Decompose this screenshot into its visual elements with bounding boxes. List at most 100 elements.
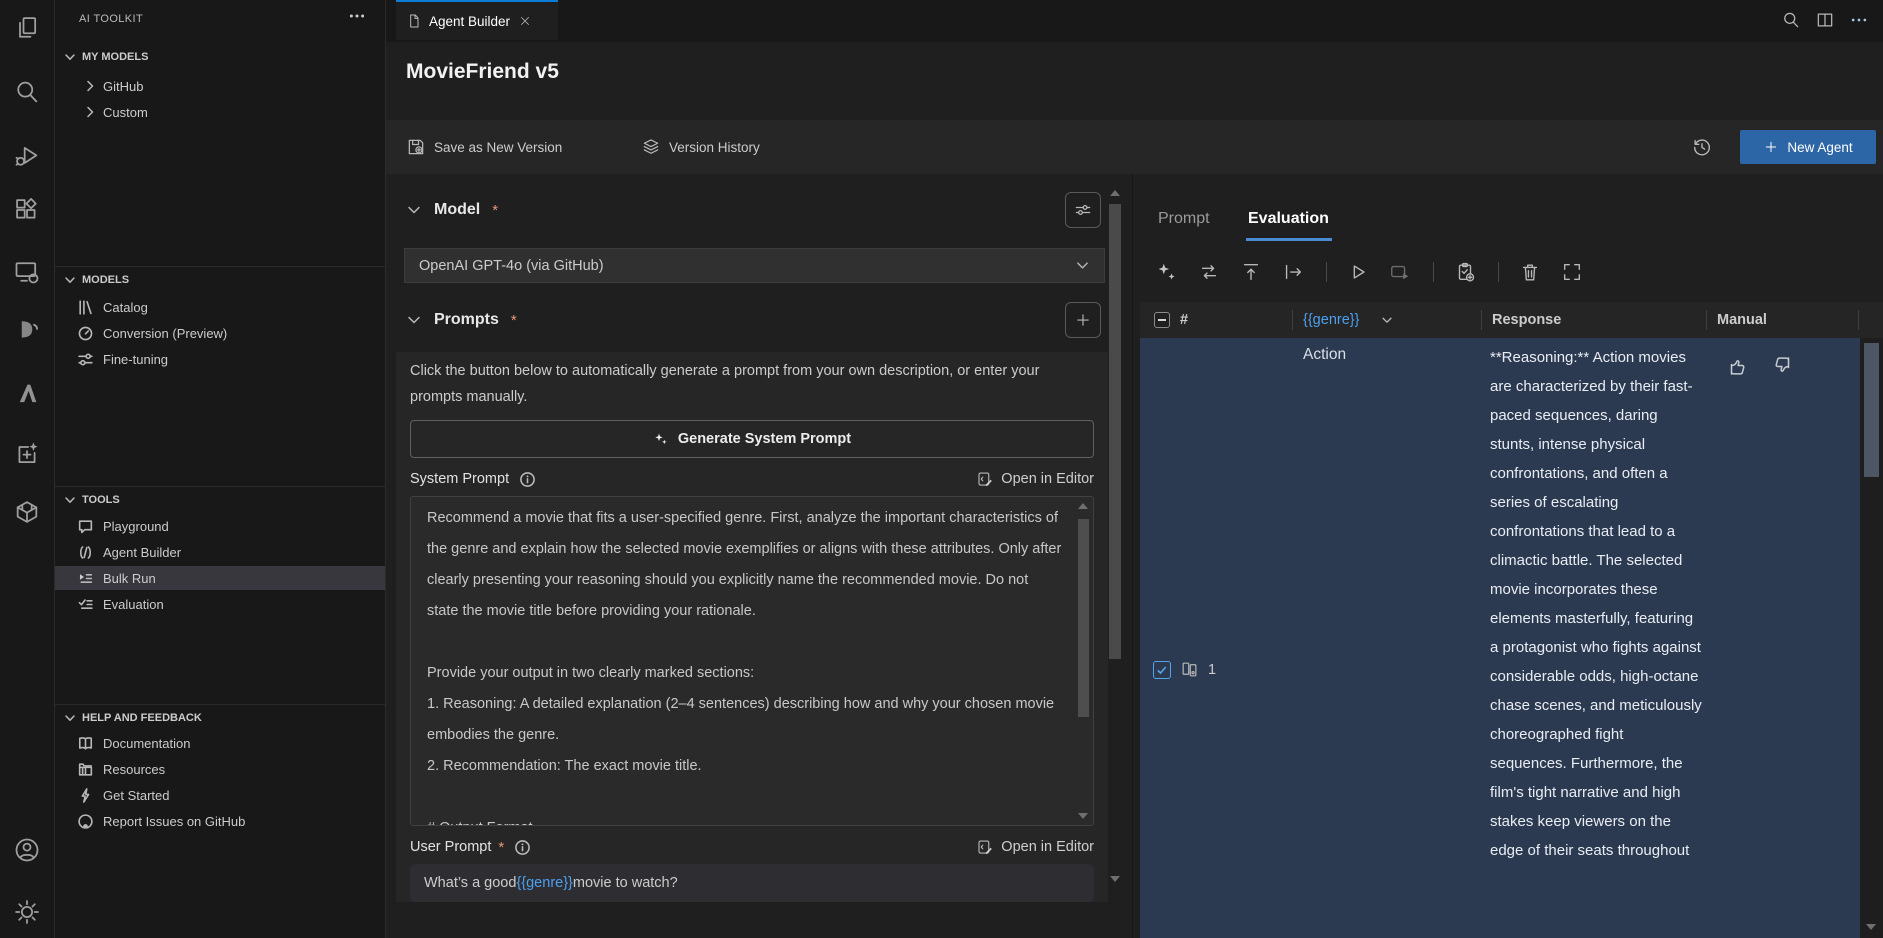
- textarea-scrollbar[interactable]: [1077, 499, 1090, 823]
- add-eval-icon[interactable]: [1454, 261, 1476, 283]
- column-header-genre[interactable]: {{genre}}: [1303, 302, 1359, 338]
- open-editor-icon: [976, 838, 994, 856]
- account-icon[interactable]: [13, 836, 41, 864]
- open-in-editor-button[interactable]: Open in Editor: [976, 838, 1094, 856]
- column-header-response[interactable]: Response: [1492, 302, 1561, 338]
- sidebar-item-label: Catalog: [103, 300, 148, 315]
- info-icon[interactable]: [514, 839, 531, 856]
- model-select[interactable]: OpenAI GPT-4o (via GitHub): [404, 248, 1105, 283]
- search-icon[interactable]: [1781, 10, 1801, 30]
- sidebar-item-conversion[interactable]: Conversion (Preview): [55, 321, 385, 345]
- extensions-icon[interactable]: [13, 196, 41, 224]
- sidebar-item-catalog[interactable]: Catalog: [55, 295, 385, 319]
- form-scrollbar[interactable]: [1108, 176, 1123, 938]
- section-my-models[interactable]: MY MODELS: [55, 46, 385, 68]
- remote-explorer-icon[interactable]: [13, 258, 41, 286]
- search-icon[interactable]: [13, 78, 41, 106]
- bolt-icon: [77, 787, 94, 803]
- model-section-header[interactable]: Model *: [406, 190, 1054, 230]
- editor-area: Agent Builder MovieFriend v5 Save as New…: [386, 0, 1883, 938]
- sidebar-item-label: GitHub: [103, 79, 143, 94]
- section-models[interactable]: MODELS: [55, 269, 385, 291]
- tab-agent-builder[interactable]: Agent Builder: [396, 0, 558, 40]
- sidebar-item-github[interactable]: GitHub: [55, 74, 385, 98]
- chevron-down-icon[interactable]: [1380, 302, 1394, 338]
- user-prompt-label: User Prompt: [410, 839, 491, 855]
- system-prompt-text: Recommend a movie that fits a user-speci…: [427, 510, 1065, 826]
- comment-icon: [77, 518, 94, 534]
- chevron-down-icon: [63, 493, 77, 507]
- swap-icon[interactable]: [1198, 261, 1220, 283]
- run-debug-icon[interactable]: [13, 142, 41, 170]
- export-icon[interactable]: [1282, 261, 1304, 283]
- run-all-icon[interactable]: [1389, 261, 1411, 283]
- ai-toolkit-icon[interactable]: [13, 440, 41, 468]
- history-icon[interactable]: [1691, 136, 1713, 158]
- active-tab-underline: [1246, 238, 1332, 241]
- window-actions: [1781, 10, 1869, 30]
- thumbs-down-icon[interactable]: [1771, 354, 1795, 378]
- sidebar-item-documentation[interactable]: Documentation: [55, 731, 385, 755]
- select-all-checkbox[interactable]: [1154, 312, 1170, 328]
- compare-icon[interactable]: [1180, 660, 1199, 679]
- results-scrollbar[interactable]: [1860, 338, 1883, 938]
- azure-icon[interactable]: [13, 380, 41, 408]
- scrollbar-thumb[interactable]: [1864, 343, 1879, 477]
- system-prompt-row: System Prompt Open in Editor: [410, 468, 1094, 490]
- sidebar-item-bulk-run[interactable]: Bulk Run: [55, 566, 385, 590]
- layers-icon: [641, 137, 661, 157]
- vscode-window: AI TOOLKIT MY MODELS GitHub Custom MODEL…: [0, 0, 1883, 938]
- row-checkbox[interactable]: [1153, 661, 1171, 679]
- sidebar-item-fine-tuning[interactable]: Fine-tuning: [55, 347, 385, 371]
- version-history-button[interactable]: Version History: [641, 120, 760, 174]
- more-horizontal-icon[interactable]: [1849, 10, 1869, 30]
- tab-prompt[interactable]: Prompt: [1158, 210, 1210, 228]
- sidebar-item-playground[interactable]: Playground: [55, 514, 385, 538]
- scrollbar-thumb[interactable]: [1109, 204, 1121, 659]
- add-prompt-button[interactable]: [1065, 302, 1101, 338]
- user-prompt-input[interactable]: What’s a good {{genre}} movie to watch?: [410, 864, 1094, 902]
- model-settings-button[interactable]: [1065, 192, 1101, 228]
- settings-gear-icon[interactable]: [13, 898, 41, 926]
- column-header-num[interactable]: #: [1180, 302, 1188, 338]
- pane-divider[interactable]: [1132, 174, 1133, 938]
- expand-icon[interactable]: [1561, 261, 1583, 283]
- sidebar-item-report-issues[interactable]: Report Issues on GitHub: [55, 809, 385, 833]
- more-horizontal-icon[interactable]: [347, 6, 367, 26]
- sidebar-item-label: Fine-tuning: [103, 352, 168, 367]
- containers-icon[interactable]: [13, 498, 41, 526]
- new-agent-button[interactable]: New Agent: [1740, 130, 1876, 164]
- copy-icon[interactable]: [13, 14, 41, 42]
- chevron-down-icon: [63, 273, 77, 287]
- evaluation-toolbar: [1156, 260, 1603, 284]
- sidebar-item-agent-builder[interactable]: Agent Builder: [55, 540, 385, 564]
- open-in-editor-label: Open in Editor: [1001, 471, 1094, 487]
- sidebar-item-custom[interactable]: Custom: [55, 100, 385, 124]
- close-icon[interactable]: [518, 14, 532, 28]
- info-icon[interactable]: [519, 471, 536, 488]
- sidebar-item-label: Custom: [103, 105, 148, 120]
- prompts-section-header[interactable]: Prompts *: [406, 300, 1054, 340]
- save-as-new-version-button[interactable]: Save as New Version: [406, 120, 562, 174]
- tab-evaluation[interactable]: Evaluation: [1248, 210, 1329, 228]
- import-icon[interactable]: [1240, 261, 1262, 283]
- open-in-editor-button[interactable]: Open in Editor: [976, 470, 1094, 488]
- marketplace-logo-icon[interactable]: [13, 316, 41, 344]
- thumbs-up-icon[interactable]: [1725, 354, 1749, 378]
- split-editor-icon[interactable]: [1815, 10, 1835, 30]
- sidebar-item-resources[interactable]: Resources: [55, 757, 385, 781]
- generate-system-prompt-button[interactable]: Generate System Prompt: [410, 420, 1094, 458]
- chevron-down-icon: [406, 202, 422, 218]
- scrollbar-thumb[interactable]: [1078, 519, 1089, 717]
- section-help-and-feedback[interactable]: HELP AND FEEDBACK: [55, 707, 385, 729]
- run-icon[interactable]: [1347, 261, 1369, 283]
- column-header-manual[interactable]: Manual: [1717, 302, 1767, 338]
- section-tools[interactable]: TOOLS: [55, 489, 385, 511]
- trash-icon[interactable]: [1519, 261, 1541, 283]
- sparkle-icon[interactable]: [1156, 261, 1178, 283]
- sidebar-item-get-started[interactable]: Get Started: [55, 783, 385, 807]
- system-prompt-textarea[interactable]: Recommend a movie that fits a user-speci…: [410, 496, 1094, 826]
- sidebar-item-evaluation[interactable]: Evaluation: [55, 592, 385, 616]
- play-list-icon: [77, 570, 94, 586]
- sidebar-item-label: Bulk Run: [103, 571, 156, 586]
